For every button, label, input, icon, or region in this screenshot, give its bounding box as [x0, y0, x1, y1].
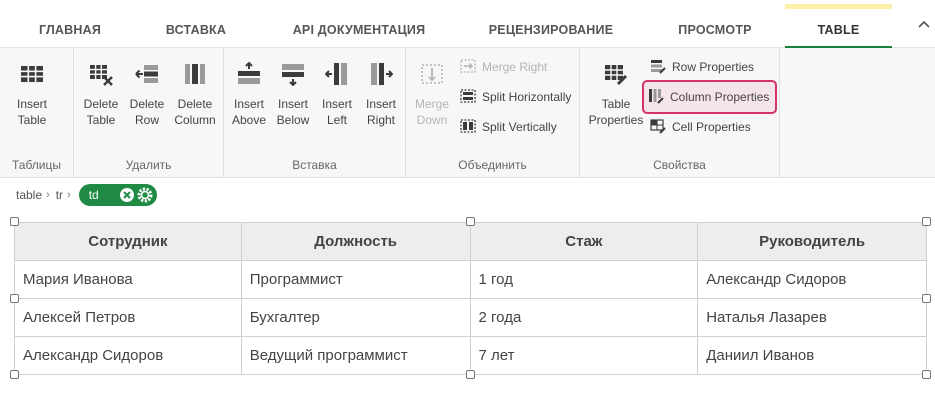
group-tables: Insert Table Таблицы [0, 48, 74, 178]
table-header-cell[interactable]: Должность [240, 222, 471, 261]
delete-table-button[interactable]: Delete Table [82, 56, 120, 128]
resize-handle[interactable] [466, 370, 475, 379]
employee-table: Сотрудник Должность Стаж Руководитель Ма… [14, 222, 927, 375]
breadcrumb: table › tr › td [16, 184, 157, 206]
insert-left-icon [325, 63, 347, 85]
cell-properties-button[interactable]: Cell Properties [650, 115, 751, 139]
tab-view[interactable]: ПРОСМОТР [664, 0, 766, 48]
column-properties-button[interactable]: Column Properties [642, 80, 778, 114]
resize-handle[interactable] [10, 217, 19, 226]
table-header-cell[interactable]: Сотрудник [14, 222, 242, 261]
remove-element-icon[interactable] [119, 187, 135, 203]
table-cell[interactable]: Александр Сидоров [14, 336, 242, 375]
insert-left-button[interactable]: Insert Left [318, 56, 356, 128]
insert-above-button[interactable]: Insert Above [230, 56, 268, 128]
split-vertically-button[interactable]: Split Vertically [460, 115, 557, 139]
breadcrumb-item-tr[interactable]: tr [56, 188, 63, 202]
breadcrumb-chevron-icon: › [67, 189, 71, 201]
delete-column-button[interactable]: Delete Column [172, 56, 218, 128]
ribbon-toolbar: Insert Table Таблицы Delete Table Delete… [0, 48, 935, 178]
breadcrumb-item-table[interactable]: table [16, 188, 42, 202]
table-properties-button[interactable]: Table Properties [586, 56, 646, 128]
resize-handle[interactable] [922, 217, 931, 226]
table-cell[interactable]: Наталья Лазарев [697, 298, 927, 337]
table-cell[interactable]: Александр Сидоров [697, 260, 927, 299]
gear-icon[interactable] [137, 187, 153, 203]
table-row: Алексей Петров Бухгалтер 2 года Наталья … [14, 298, 927, 337]
merge-down-button[interactable]: Merge Down [412, 56, 452, 128]
split-vertical-icon [460, 119, 476, 133]
insert-above-icon [238, 62, 260, 84]
breadcrumb-current-label: td [88, 188, 99, 202]
tab-home[interactable]: ГЛАВНАЯ [22, 0, 118, 48]
table-header-row: Сотрудник Должность Стаж Руководитель [14, 222, 927, 261]
resize-handle[interactable] [466, 217, 475, 226]
tab-insert[interactable]: ВСТАВКА [150, 0, 242, 48]
table-cell[interactable]: Даниил Иванов [697, 336, 927, 375]
merge-right-button[interactable]: Merge Right [460, 55, 547, 79]
cell-properties-icon [650, 119, 666, 134]
ribbon-tabs: ГЛАВНАЯ ВСТАВКА API ДОКУМЕНТАЦИЯ РЕЦЕНЗИ… [0, 0, 935, 48]
insert-below-button[interactable]: Insert Below [274, 56, 312, 128]
table-cell[interactable]: Алексей Петров [14, 298, 242, 337]
table-cell[interactable]: 1 год [469, 260, 699, 299]
row-properties-button[interactable]: Row Properties [650, 55, 754, 79]
delete-row-icon [135, 65, 158, 83]
tab-api-docs[interactable]: API ДОКУМЕНТАЦИЯ [278, 0, 440, 48]
table-row: Мария Иванова Программист 1 год Александ… [14, 260, 927, 299]
insert-right-icon [371, 63, 393, 85]
group-properties: Table Properties Row Properties Column P… [580, 48, 780, 178]
tab-table[interactable]: TABLE [785, 0, 892, 48]
delete-row-button[interactable]: Delete Row [128, 56, 166, 128]
resize-handle[interactable] [10, 294, 19, 303]
resize-handle[interactable] [10, 370, 19, 379]
group-merge: Merge Down Merge Right Split Horizontall… [406, 48, 580, 178]
table-cell[interactable]: Программист [240, 260, 471, 299]
table-cell[interactable]: Бухгалтер [240, 298, 471, 337]
table-cell[interactable]: Мария Иванова [14, 260, 242, 299]
insert-right-button[interactable]: Insert Right [362, 56, 400, 128]
table-row: Александр Сидоров Ведущий программист 7 … [14, 336, 927, 375]
merge-down-icon [421, 64, 443, 84]
delete-table-icon [90, 65, 113, 86]
delete-column-icon [185, 64, 205, 84]
column-properties-icon [649, 89, 664, 104]
group-delete: Delete Table Delete Row Delete Column Уд… [74, 48, 224, 178]
resize-handle[interactable] [922, 294, 931, 303]
insert-table-button[interactable]: Insert Table [12, 56, 52, 128]
insert-below-icon [282, 64, 304, 86]
breadcrumb-chevron-icon: › [46, 189, 50, 201]
split-horizontally-button[interactable]: Split Horizontally [460, 85, 571, 109]
group-label-delete: Удалить [125, 158, 172, 172]
table-cell[interactable]: 7 лет [469, 336, 699, 375]
group-label-insert: Вставка [292, 158, 337, 172]
merge-right-icon [460, 59, 476, 73]
row-properties-icon [651, 60, 666, 74]
table-header-cell[interactable]: Стаж [469, 222, 699, 261]
group-label-merge: Объединить [458, 158, 527, 172]
table-header-cell[interactable]: Руководитель [697, 222, 927, 261]
split-horizontal-icon [460, 89, 476, 103]
group-label-tables: Таблицы [11, 158, 61, 172]
resize-handle[interactable] [922, 370, 931, 379]
table-cell[interactable]: Ведущий программист [240, 336, 471, 375]
group-insert: Insert Above Insert Below Insert Left In… [224, 48, 406, 178]
group-label-properties: Свойства [653, 158, 706, 172]
chevron-up-icon[interactable] [917, 18, 931, 32]
table-cell[interactable]: 2 года [469, 298, 699, 337]
table-grid-icon [21, 66, 43, 82]
breadcrumb-current-pill: td [78, 184, 157, 206]
table-properties-icon [605, 65, 628, 86]
tab-review[interactable]: РЕЦЕНЗИРОВАНИЕ [478, 0, 624, 48]
